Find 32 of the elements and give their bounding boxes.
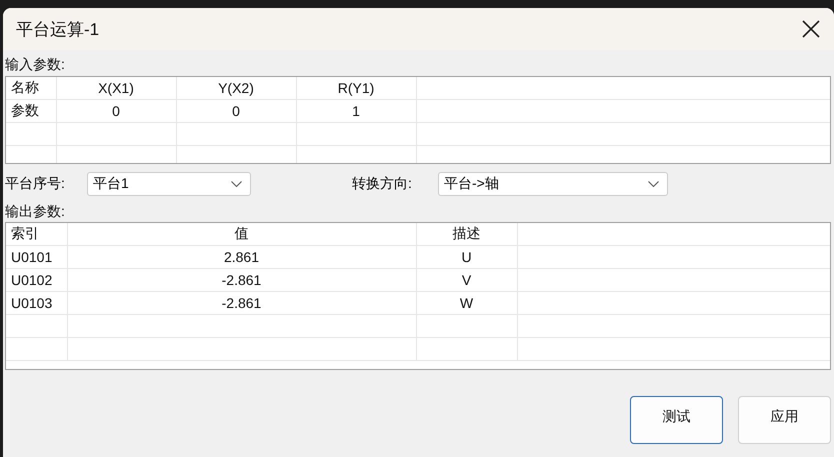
close-button[interactable]	[800, 18, 822, 40]
field-label: 平台序号:	[5, 175, 66, 193]
table-cell: 2.861	[67, 246, 416, 268]
chevron-icon	[231, 181, 242, 187]
window-title: 平台运算-1	[16, 18, 100, 40]
dialog-button[interactable]: 测试	[630, 396, 723, 444]
table-cell: U0103	[6, 292, 67, 314]
column-header[interactable]: 名称	[6, 77, 56, 100]
column-header[interactable]: 索引	[6, 223, 67, 246]
table-cell: -2.861	[67, 292, 416, 314]
table-cell: U	[416, 246, 517, 268]
dropdown[interactable]: 平台->轴	[438, 172, 668, 196]
table-cell: 参数	[6, 100, 56, 122]
column-header[interactable]: R(Y1)	[296, 77, 416, 100]
dropdown[interactable]: 平台1	[87, 172, 251, 196]
table-cell: 1	[296, 100, 416, 122]
column-header[interactable]: 描述	[416, 223, 517, 246]
section-label: 输入参数:	[5, 55, 66, 74]
dialog-button[interactable]: 应用	[738, 396, 831, 444]
table-cell: U0102	[6, 268, 67, 292]
field-label: 转换方向:	[352, 175, 413, 193]
table-cell: V	[416, 268, 517, 292]
table-cell: U0101	[6, 246, 67, 268]
column-header[interactable]: Y(X2)	[176, 77, 296, 100]
table-cell: W	[416, 292, 517, 314]
column-header[interactable]: 值	[67, 223, 416, 246]
column-header[interactable]: X(X1)	[56, 77, 176, 100]
chevron-icon	[648, 181, 659, 187]
section-label: 输出参数:	[5, 202, 66, 221]
table-cell: 0	[56, 100, 176, 122]
table-cell: -2.861	[67, 268, 416, 292]
table-cell: 0	[176, 100, 296, 122]
